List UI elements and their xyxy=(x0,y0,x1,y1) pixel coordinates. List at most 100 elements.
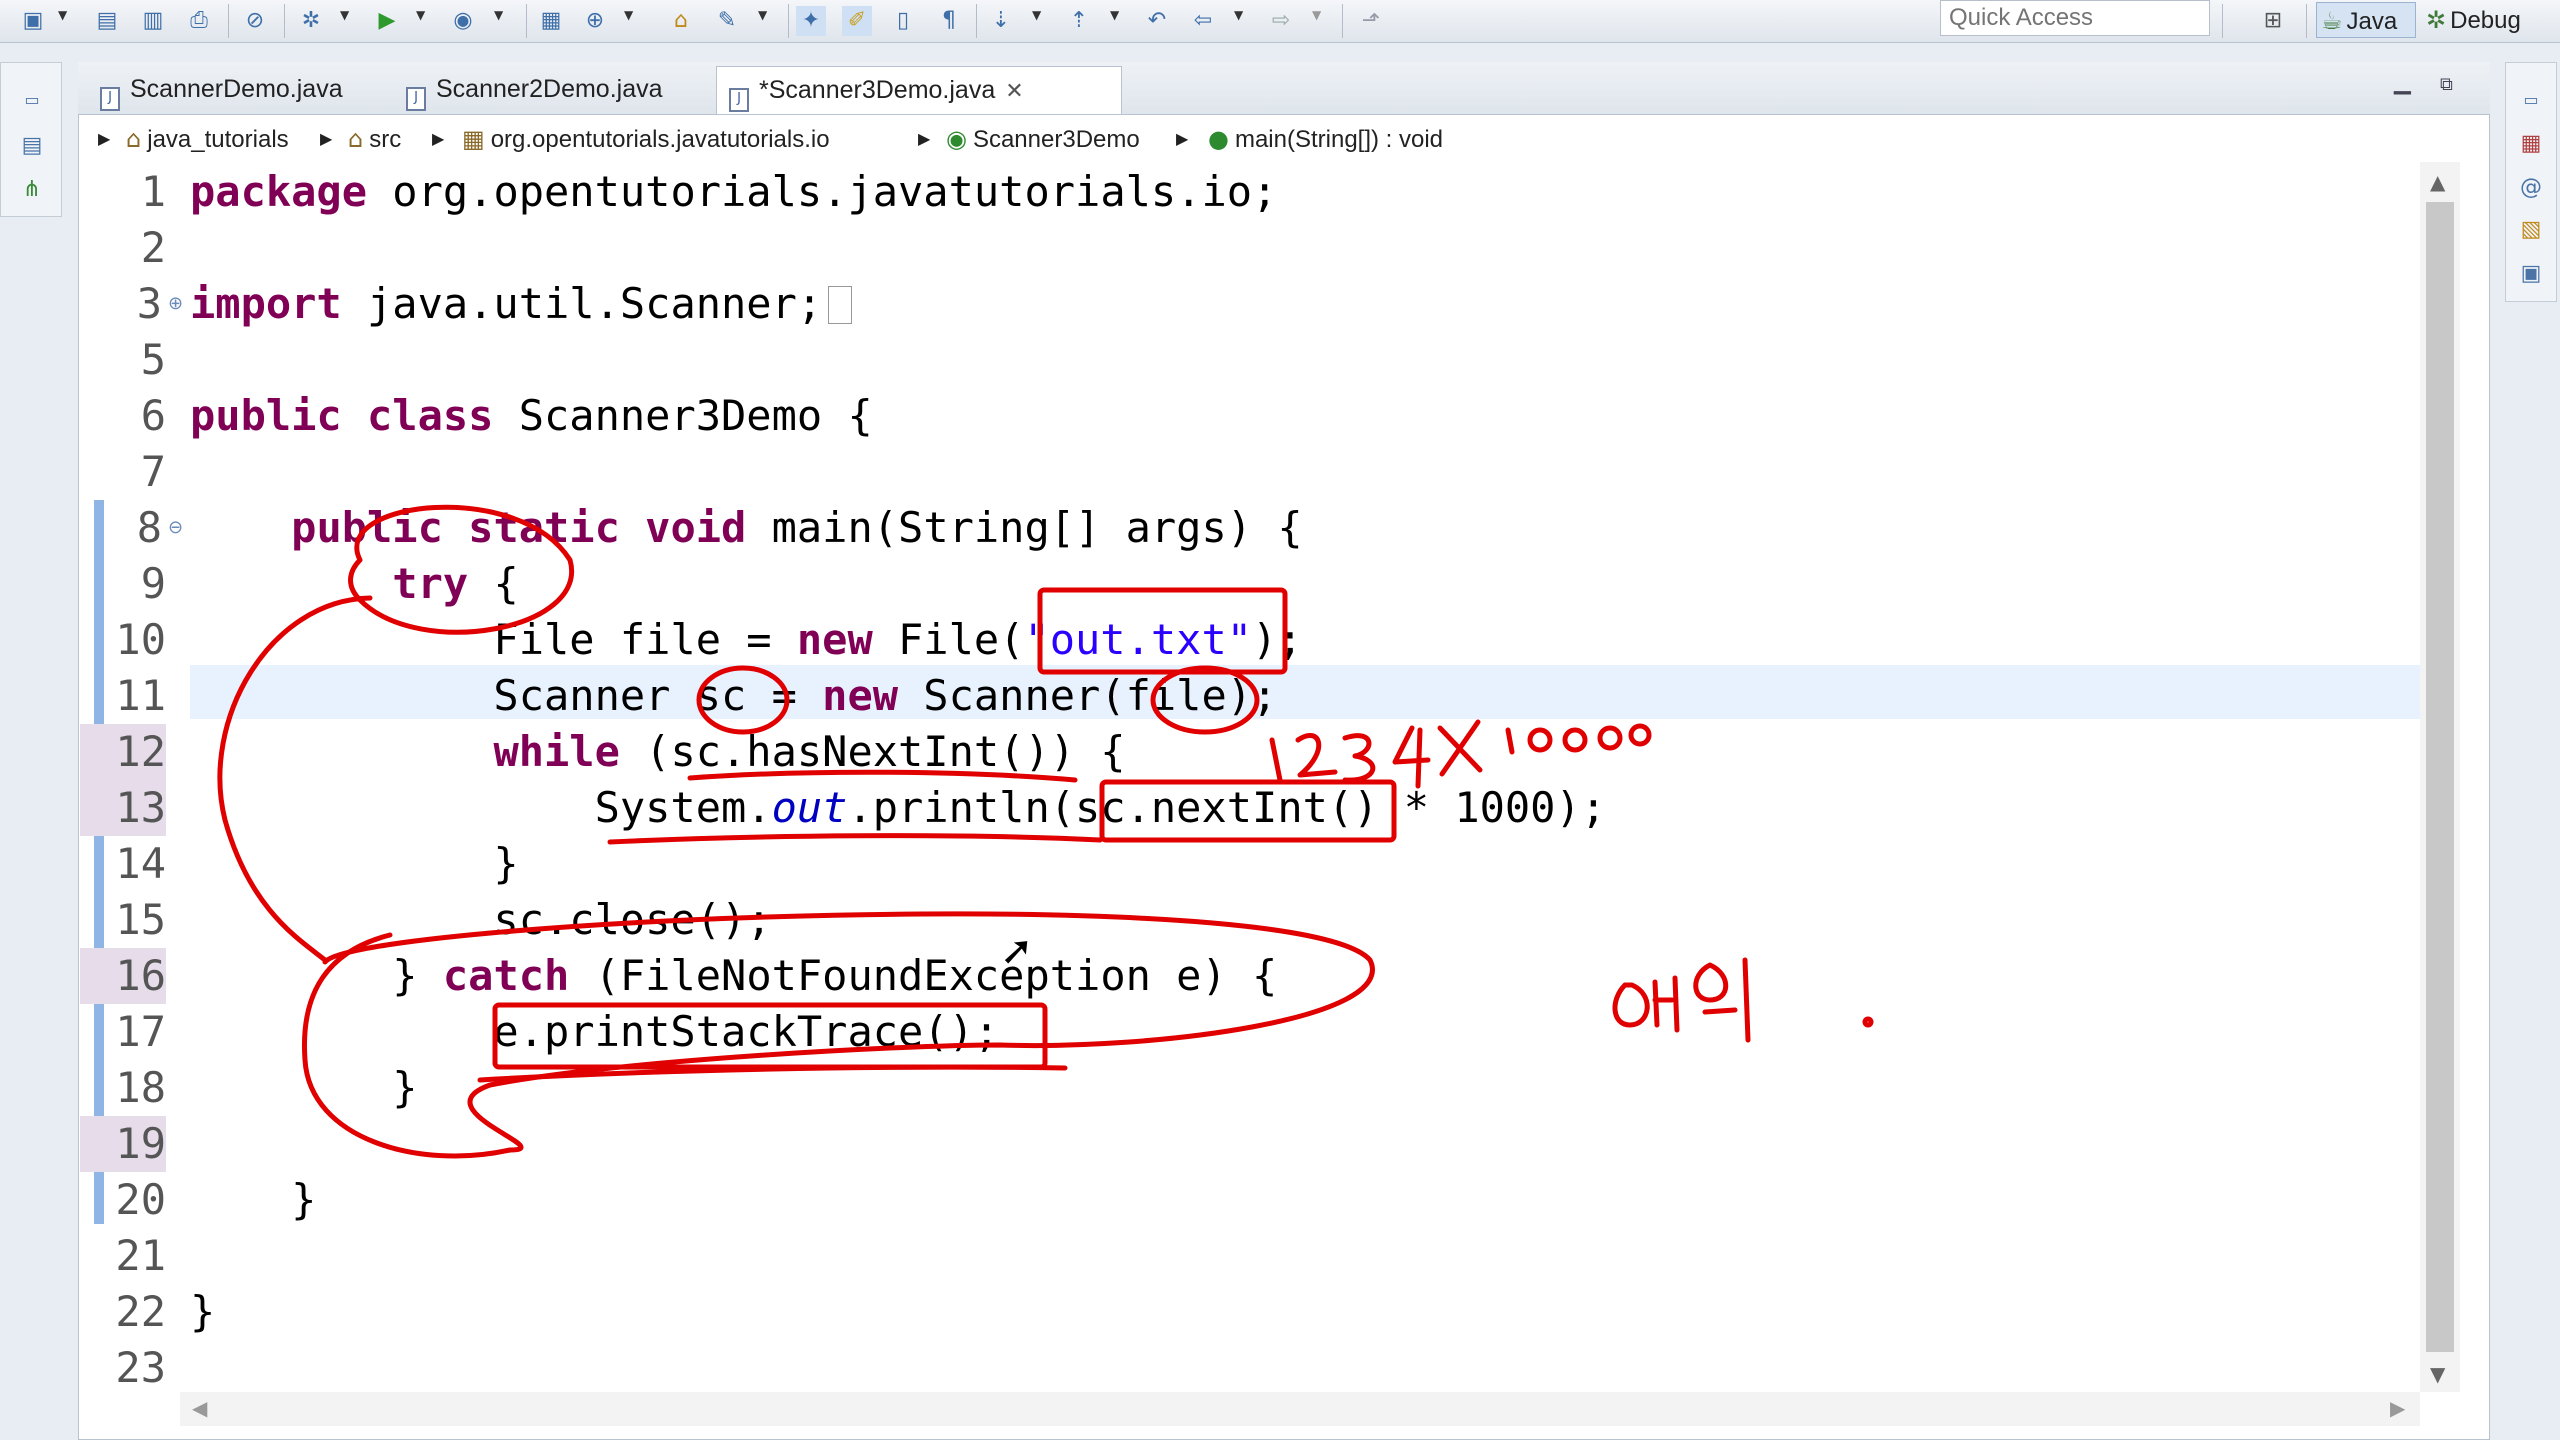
code-line: 23 xyxy=(115,1343,166,1392)
print-icon[interactable]: ⎙ xyxy=(184,6,214,36)
code-line: 8 ⊖ public static void main(String[] args… xyxy=(80,500,2420,556)
scroll-left-icon[interactable]: ◀ xyxy=(192,1396,207,1420)
problems-icon[interactable]: ▦ xyxy=(2516,129,2546,159)
search-dropdown-icon[interactable]: ▼ xyxy=(758,8,767,22)
save-all-icon[interactable]: ▥ xyxy=(138,6,168,36)
forward-dropdown-icon[interactable]: ▼ xyxy=(1312,8,1321,22)
back-dropdown-icon[interactable]: ▼ xyxy=(1234,8,1243,22)
coverage-dropdown-icon[interactable]: ▼ xyxy=(494,8,503,22)
java-file-icon: J xyxy=(100,87,120,111)
new-class-dropdown-icon[interactable]: ▼ xyxy=(624,8,633,22)
coverage-icon[interactable]: ◉ xyxy=(448,6,478,36)
java-perspective-icon: ☕ xyxy=(2321,7,2343,35)
right-minimized-trim: ▭ ▦ @ ▧ ▣ xyxy=(2505,62,2557,302)
java-perspective-button[interactable]: ☕ Java xyxy=(2316,2,2416,38)
project-icon: ⌂ xyxy=(126,125,142,153)
javadoc-icon[interactable]: @ xyxy=(2516,173,2546,203)
maximize-icon[interactable]: ⧉ xyxy=(2440,74,2453,95)
code-line: 11 Scanner sc = new Scanner(file); xyxy=(115,671,1278,720)
breadcrumb-class[interactable]: ◉ Scanner3Demo xyxy=(946,116,1140,163)
debug-icon[interactable]: ✲ xyxy=(296,6,326,36)
debug-dropdown-icon[interactable]: ▼ xyxy=(340,8,349,22)
horizontal-scrollbar[interactable]: ◀ ▶ xyxy=(180,1392,2420,1426)
tab-label: *Scanner3Demo.java xyxy=(759,76,996,104)
previous-annotation-dropdown-icon[interactable]: ▼ xyxy=(1110,8,1119,22)
toggle-highlight-icon[interactable]: ✐ xyxy=(842,6,872,36)
editor-tab-bar: J ScannerDemo.java J Scanner2Demo.java J *S… xyxy=(78,62,2490,115)
run-dropdown-icon[interactable]: ▼ xyxy=(416,8,425,22)
java-perspective-label: Java xyxy=(2346,8,2398,35)
last-edit-location-icon[interactable]: ↶ xyxy=(1142,6,1172,36)
tab-label: ScannerDemo.java xyxy=(130,75,343,103)
console-icon[interactable]: ▣ xyxy=(2516,259,2546,289)
new-dropdown-icon[interactable]: ▼ xyxy=(58,8,67,22)
vertical-scrollbar[interactable]: ▲ ▼ xyxy=(2420,162,2460,1392)
open-type-icon[interactable]: ⌂ xyxy=(666,6,696,36)
new-package-icon[interactable]: ▦ xyxy=(536,6,566,36)
back-icon[interactable]: ⇦ xyxy=(1188,6,1218,36)
open-perspective-icon[interactable]: ⊞ xyxy=(2258,6,2288,36)
block-selection-icon[interactable]: ¶ xyxy=(934,6,964,36)
code-line: 21 xyxy=(115,1231,166,1280)
java-file-icon: J xyxy=(729,88,749,112)
breadcrumb-method[interactable]: ● main(String[]) : void xyxy=(1208,116,1443,163)
code-line: 22} xyxy=(115,1287,216,1336)
code-line: 20 } xyxy=(115,1175,317,1224)
code-line: 18 } xyxy=(115,1063,418,1112)
code-line: 14 } xyxy=(115,839,519,888)
collapse-fold-icon[interactable]: ⊖ xyxy=(168,500,183,556)
breadcrumb: ▶ ⌂ java_tutorials ▶ ⌂ src ▶ ▦ org.opentuto… xyxy=(80,116,2480,162)
breadcrumb-package[interactable]: ▦ org.opentutorials.javatutorials.io xyxy=(462,116,830,163)
hierarchy-icon[interactable]: ⋔ xyxy=(17,175,47,205)
code-line: 15 sc.close(); xyxy=(115,895,772,944)
code-line: 5 xyxy=(140,335,166,384)
skip-breakpoints-icon[interactable]: ⊘ xyxy=(240,6,270,36)
tab-scannerdemo[interactable]: J ScannerDemo.java xyxy=(88,66,394,114)
vertical-scroll-thumb[interactable] xyxy=(2426,202,2454,1352)
toggle-mark-occurrences-icon[interactable]: ✦ xyxy=(796,6,826,36)
scroll-down-icon[interactable]: ▼ xyxy=(2430,1362,2445,1386)
new-icon[interactable]: ▣ xyxy=(18,6,48,36)
tab-label: Scanner2Demo.java xyxy=(436,75,663,103)
run-icon[interactable]: ▶ xyxy=(372,6,402,36)
breadcrumb-src[interactable]: ⌂ src xyxy=(348,116,401,163)
search-icon[interactable]: ✎ xyxy=(712,6,742,36)
restore-icon[interactable]: ▭ xyxy=(17,85,47,115)
code-line: 19 xyxy=(80,1116,2420,1172)
next-annotation-icon[interactable]: ⇣ xyxy=(986,6,1016,36)
new-class-icon[interactable]: ⊕ xyxy=(580,6,610,36)
debug-perspective-label: Debug xyxy=(2450,7,2521,34)
code-editor[interactable]: 1 package org.opentutorials.javatutorials… xyxy=(80,162,2420,1392)
minimize-icon[interactable]: ▁ xyxy=(2394,70,2411,95)
code-line: 1 package org.opentutorials.javatutorials… xyxy=(140,167,1278,216)
package-explorer-icon[interactable]: ▤ xyxy=(17,131,47,161)
previous-annotation-icon[interactable]: ⇡ xyxy=(1064,6,1094,36)
class-icon: ◉ xyxy=(946,125,967,153)
debug-perspective-button[interactable]: ✲ Debug xyxy=(2422,2,2552,38)
close-tab-icon[interactable]: ✕ xyxy=(1005,79,1023,104)
source-folder-icon: ⌂ xyxy=(348,125,364,153)
debug-perspective-icon: ✲ xyxy=(2426,6,2447,34)
scroll-up-icon[interactable]: ▲ xyxy=(2430,170,2445,194)
forward-icon[interactable]: ⇨ xyxy=(1266,6,1296,36)
java-file-icon: J xyxy=(406,87,426,111)
code-line: 16 } catch (FileNotFoundException e) { xyxy=(80,948,2420,1004)
chevron-right-icon[interactable]: ▶ xyxy=(918,116,930,162)
declaration-icon[interactable]: ▧ xyxy=(2516,215,2546,245)
package-icon: ▦ xyxy=(462,125,485,153)
breadcrumb-project[interactable]: ⌂ java_tutorials xyxy=(126,116,289,163)
save-icon[interactable]: ▤ xyxy=(92,6,122,36)
chevron-right-icon[interactable]: ▶ xyxy=(432,116,444,162)
tab-scanner3demo[interactable]: J *Scanner3Demo.java ✕ xyxy=(716,66,1122,114)
chevron-right-icon[interactable]: ▶ xyxy=(98,116,110,162)
next-annotation-dropdown-icon[interactable]: ▼ xyxy=(1032,8,1041,22)
scroll-right-icon[interactable]: ▶ xyxy=(2390,1396,2405,1420)
chevron-right-icon[interactable]: ▶ xyxy=(320,116,332,162)
show-whitespace-icon[interactable]: ▯ xyxy=(888,6,918,36)
chevron-right-icon[interactable]: ▶ xyxy=(1176,116,1188,162)
quick-access-input[interactable] xyxy=(1940,0,2210,36)
expand-fold-icon[interactable]: ⊕ xyxy=(168,276,183,332)
code-line: 7 xyxy=(140,447,166,496)
restore-right-icon[interactable]: ▭ xyxy=(2516,85,2546,115)
pin-editor-icon[interactable]: ⬏ xyxy=(1356,6,1386,36)
